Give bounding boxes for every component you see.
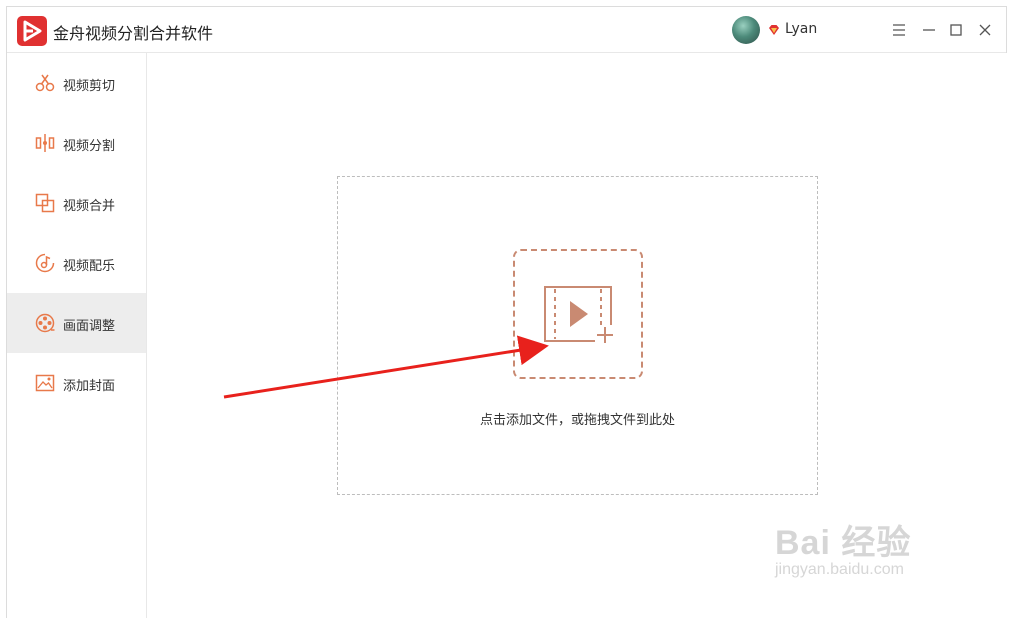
film-reel-icon: [35, 313, 55, 333]
sidebar-item-video-split[interactable]: 视频分割: [7, 113, 146, 173]
sidebar: 视频剪切 视频分割 视频合并 视频配乐 画面调整 添加封面: [7, 53, 147, 618]
user-name[interactable]: Lyan: [785, 21, 817, 37]
maximize-button[interactable]: [946, 20, 966, 40]
drop-zone-hint: 点击添加文件，或拖拽文件到此处: [479, 413, 675, 428]
sidebar-item-label: 添加封面: [63, 379, 116, 394]
minimize-icon: [923, 29, 935, 31]
sidebar-item-video-cut[interactable]: 视频剪切: [7, 53, 146, 113]
close-button[interactable]: [975, 20, 995, 40]
music-disc-icon: [35, 253, 55, 273]
hamburger-icon: [893, 24, 905, 36]
minimize-button[interactable]: [919, 20, 939, 40]
file-drop-zone[interactable]: 点击添加文件，或拖拽文件到此处: [337, 176, 818, 495]
watermark-main: Bai 经验: [775, 524, 912, 562]
sidebar-item-label: 画面调整: [63, 319, 116, 334]
close-icon: [979, 24, 991, 36]
scissors-icon: [35, 74, 55, 92]
sidebar-item-label: 视频配乐: [63, 259, 116, 274]
split-icon: [35, 134, 55, 152]
watermark-url: jingyan.baidu.com: [775, 561, 904, 578]
sidebar-item-video-music[interactable]: 视频配乐: [7, 233, 146, 293]
app-title: 金舟视频分割合并软件: [53, 24, 214, 43]
app-logo-icon: [17, 16, 47, 46]
menu-button[interactable]: [889, 20, 909, 40]
title-bar: 金舟视频分割合并软件 Lyan: [7, 7, 1006, 53]
sidebar-item-add-cover[interactable]: 添加封面: [7, 353, 146, 413]
sidebar-item-label: 视频分割: [63, 139, 116, 154]
vip-diamond-icon: [769, 25, 779, 35]
add-video-icon: [544, 286, 615, 345]
sidebar-item-picture-adjust[interactable]: 画面调整: [7, 293, 146, 353]
baidu-watermark: Bai 经验 jingyan.baidu.com: [775, 515, 912, 578]
add-file-button[interactable]: [513, 249, 643, 379]
sidebar-item-label: 视频合并: [63, 199, 116, 214]
image-icon: [35, 374, 55, 392]
maximize-icon: [950, 24, 962, 36]
user-avatar[interactable]: [732, 16, 760, 44]
sidebar-item-video-merge[interactable]: 视频合并: [7, 173, 146, 233]
merge-icon: [35, 193, 55, 213]
sidebar-item-label: 视频剪切: [63, 79, 116, 94]
